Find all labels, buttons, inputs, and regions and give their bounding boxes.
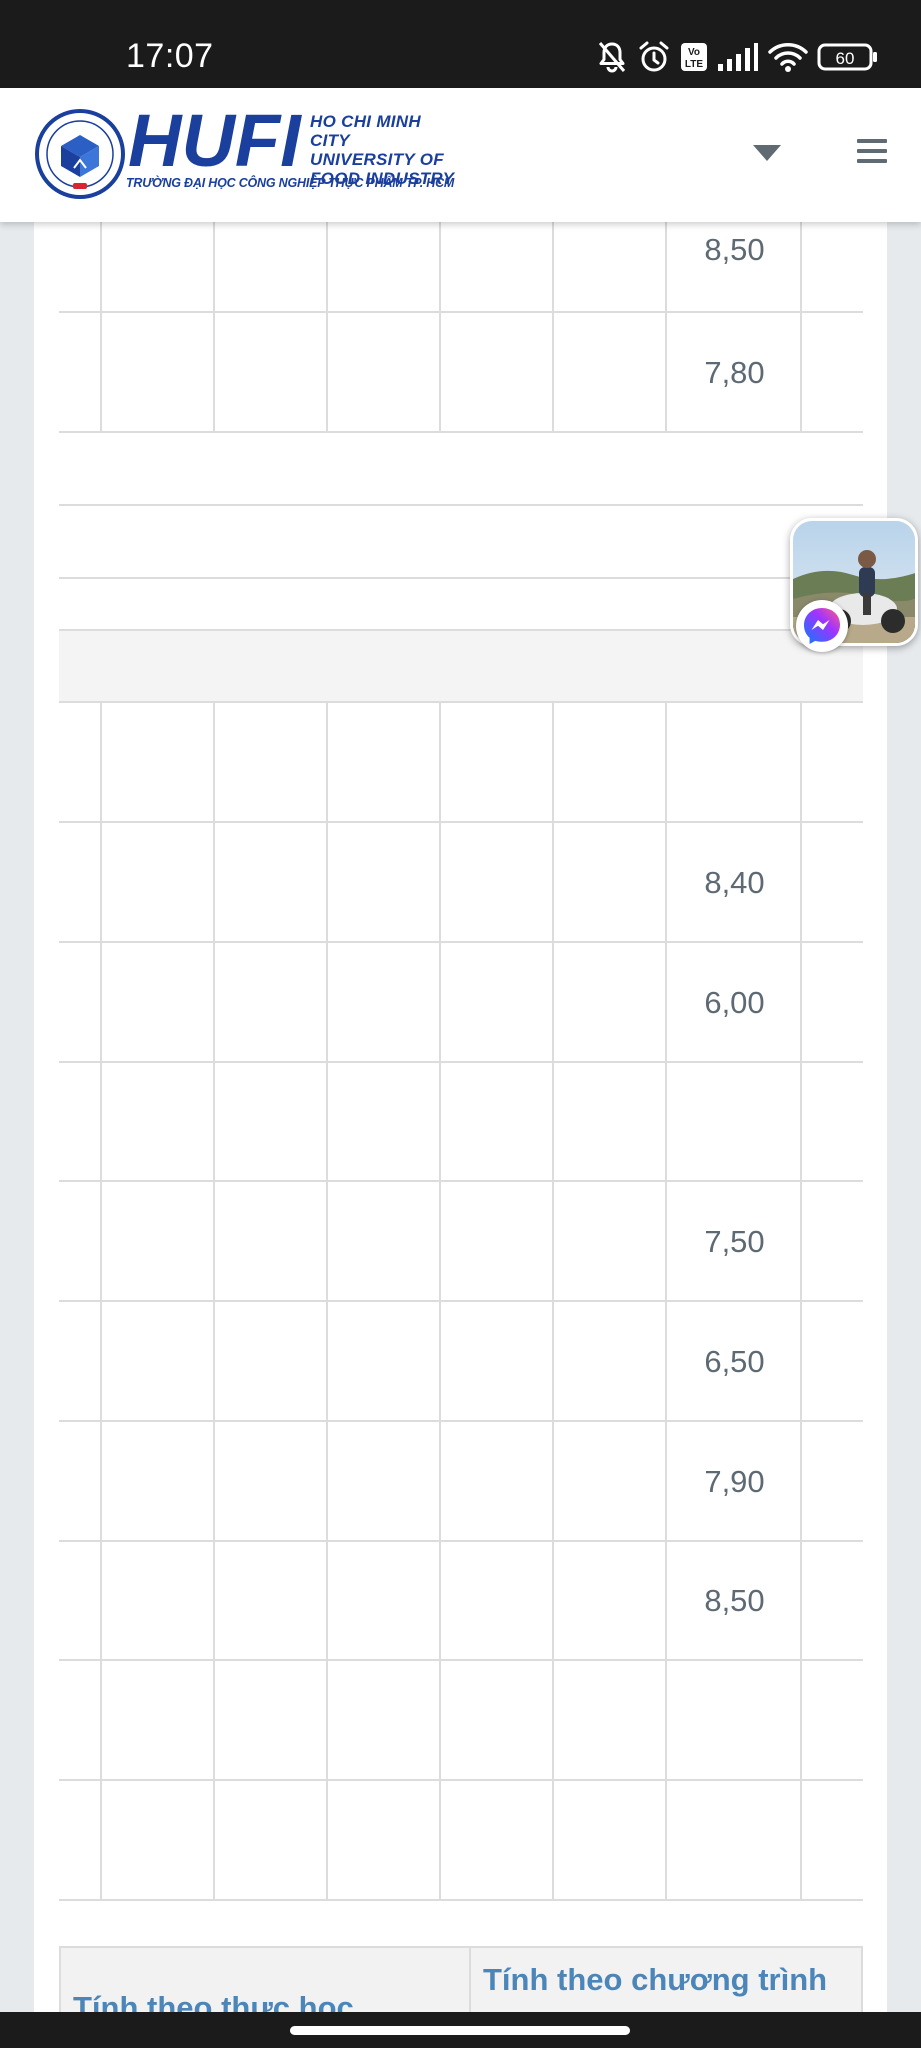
summary-table: Tính theo thực học Tính theo chương trìn… <box>59 1946 863 2016</box>
status-icons: Vo LTE 60 <box>596 37 879 77</box>
status-time: 17:07 <box>126 37 214 75</box>
score-cell: 6,00 <box>704 985 765 1020</box>
hufi-logo[interactable]: HUFI HO CHI MINH CITY UNIVERSITY OF FOOD… <box>34 98 464 208</box>
system-nav-bar <box>0 2012 921 2048</box>
table-row <box>59 703 863 823</box>
score-cell: 8,40 <box>704 865 765 900</box>
battery-level: 60 <box>836 49 855 68</box>
table-row: 7,50 <box>59 1182 863 1302</box>
logo-wordmark: HUFI <box>128 102 302 174</box>
table-row <box>59 1063 863 1182</box>
table-row-group-header <box>59 506 863 579</box>
table-row: 6,00 <box>59 943 863 1063</box>
mute-bell-icon <box>598 42 626 73</box>
table-row-group-header <box>59 433 863 506</box>
alarm-icon <box>639 41 669 72</box>
table-row <box>59 1781 863 1901</box>
hamburger-menu-icon[interactable] <box>857 138 887 164</box>
messenger-chat-head[interactable] <box>790 518 920 652</box>
signal-icon <box>718 43 758 71</box>
home-gesture-handle[interactable] <box>290 2026 630 2035</box>
score-cell: 6,50 <box>704 1344 765 1379</box>
messenger-icon[interactable] <box>796 600 848 652</box>
summary-header-program: Tính theo chương trình <box>483 1962 828 1997</box>
score-cell: 7,80 <box>704 355 765 390</box>
summary-col-actual: Tính theo thực học <box>61 1948 471 2014</box>
wifi-icon <box>768 43 808 72</box>
volte-icon: Vo LTE <box>681 43 707 71</box>
site-header: HUFI HO CHI MINH CITY UNIVERSITY OF FOOD… <box>0 88 921 222</box>
table-row-section <box>59 629 863 703</box>
status-bar: 17:07 Vo LTE 60 <box>0 0 921 88</box>
svg-text:HUFI: HUFI <box>128 102 302 174</box>
score-cell: 7,90 <box>704 1464 765 1499</box>
logo-vietnamese-name: TRƯỜNG ĐẠI HỌC CÔNG NGHIỆP THỰC PHẨM TP.… <box>126 176 455 190</box>
svg-text:Vo: Vo <box>688 47 700 58</box>
table-row: 8,50 <box>59 1542 863 1661</box>
score-cell: 7,50 <box>704 1224 765 1259</box>
table-row: 6,50 <box>59 1302 863 1422</box>
table-row: 7,80 <box>59 313 863 433</box>
battery-icon: 60 <box>817 43 877 71</box>
table-row: 8,40 <box>59 823 863 943</box>
table-row <box>59 1661 863 1781</box>
score-cell: 8,50 <box>704 1583 765 1618</box>
score-cell: 8,50 <box>704 232 765 267</box>
table-row: 7,90 <box>59 1422 863 1542</box>
caret-down-icon[interactable] <box>752 142 782 164</box>
svg-text:LTE: LTE <box>685 59 703 70</box>
university-crest-icon <box>35 109 125 199</box>
